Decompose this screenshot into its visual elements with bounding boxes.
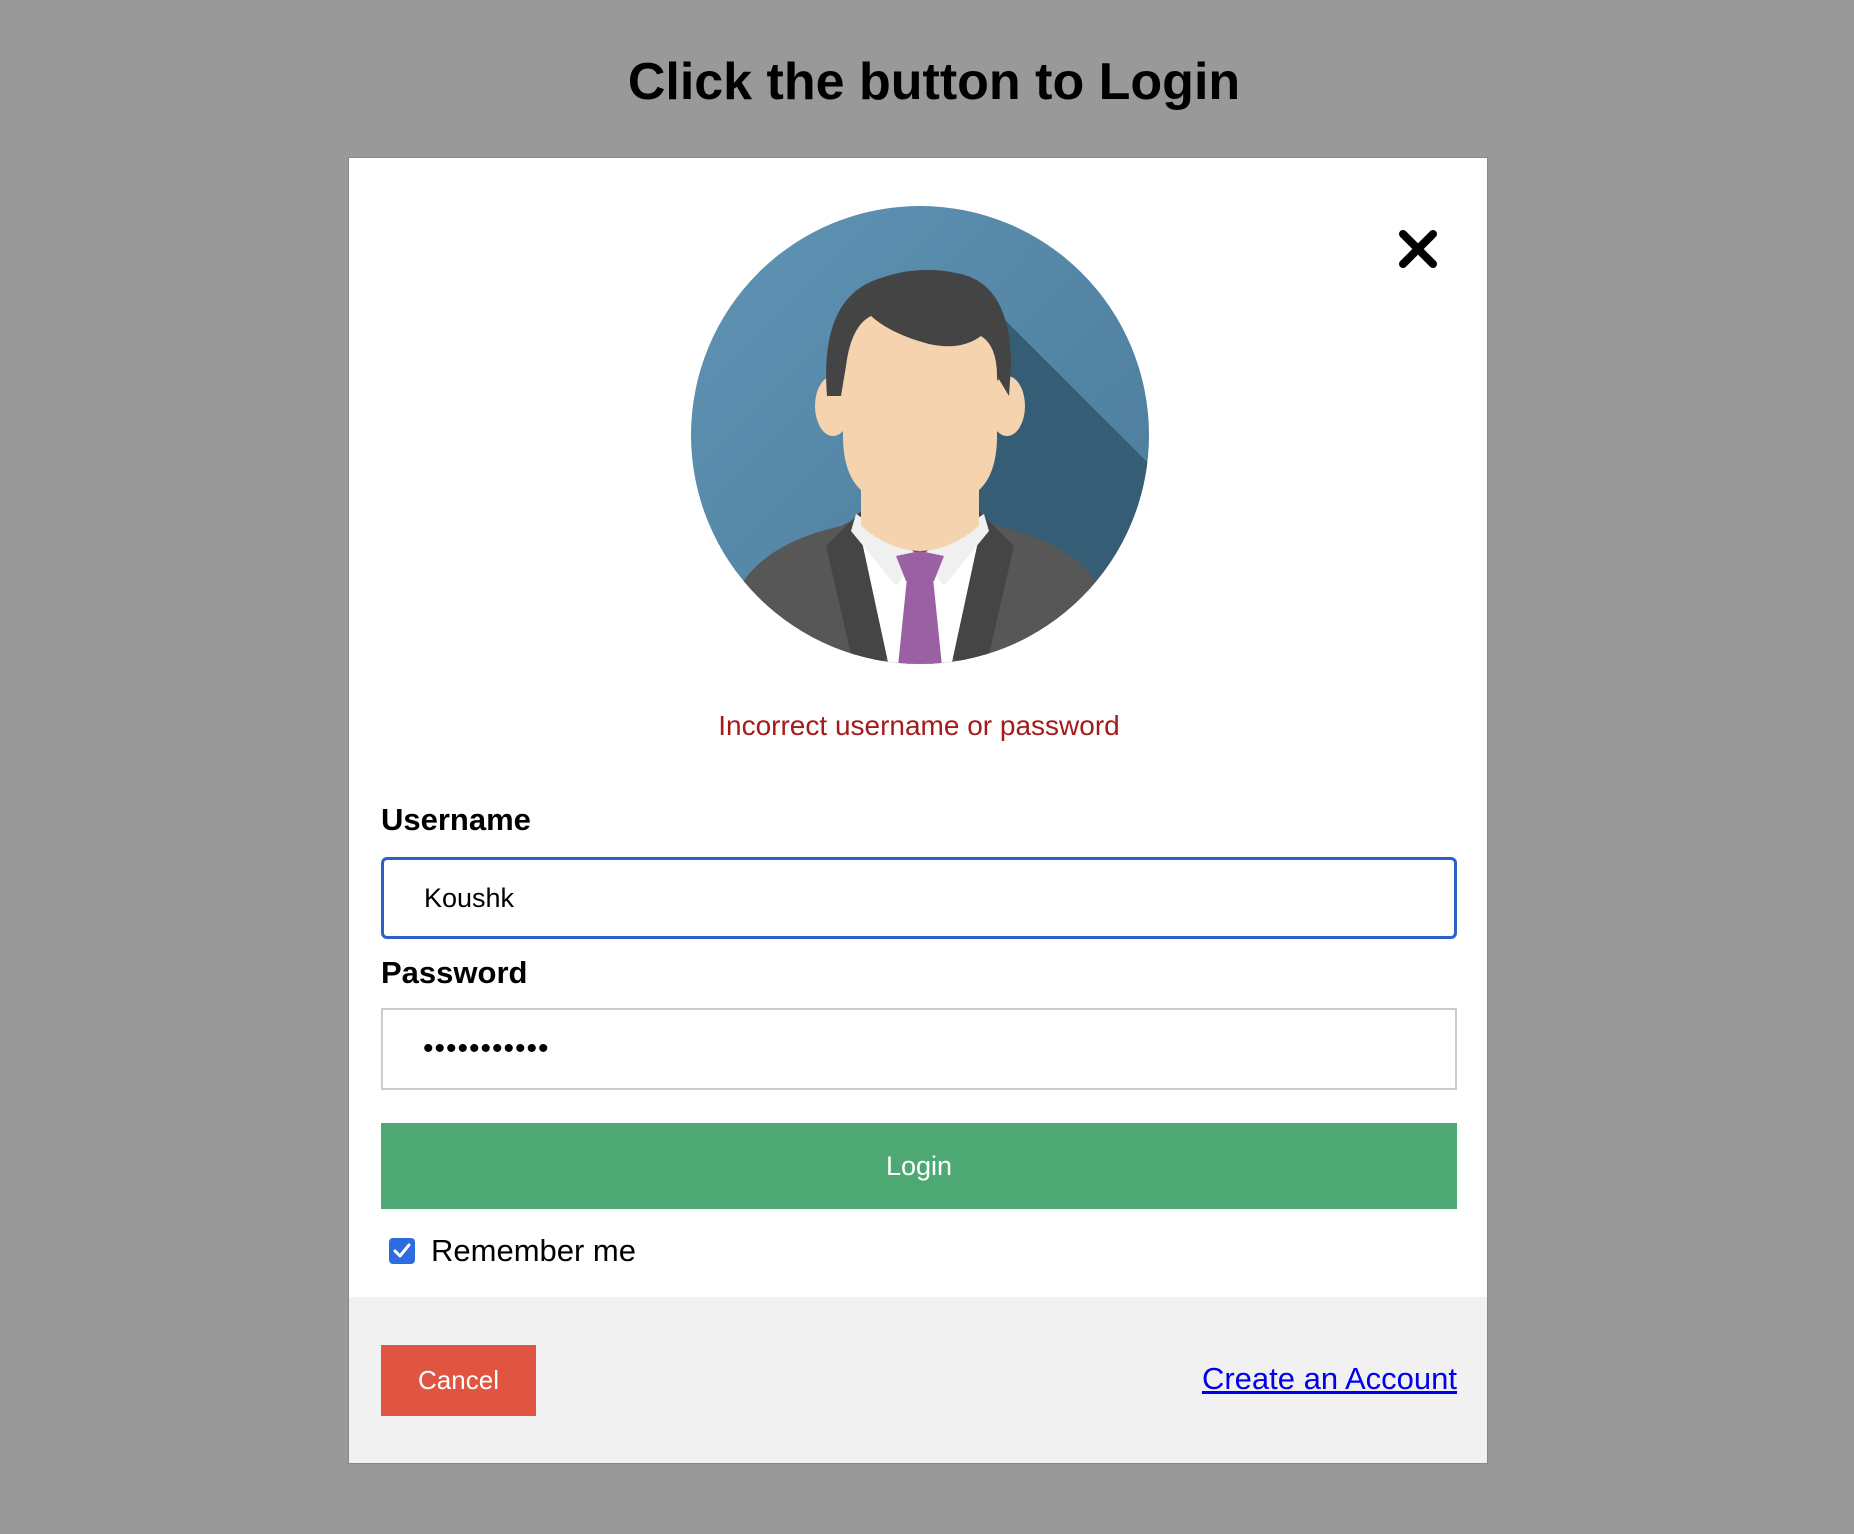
create-account-link[interactable]: Create an Account [1202,1359,1457,1399]
remember-me-checkbox[interactable] [389,1238,415,1264]
cancel-button[interactable]: Cancel [381,1345,536,1416]
close-icon [1399,230,1437,268]
password-label: Password [381,955,528,990]
error-message: Incorrect username or password [718,710,1120,741]
avatar [691,206,1149,664]
password-masked-value: ••••••••••• [423,1032,550,1065]
checkmark-icon [393,1243,411,1258]
password-input[interactable]: ••••••••••• [381,1008,1457,1090]
page-title: Click the button to Login [627,53,1241,111]
login-modal: Incorrect username or password Username … [348,157,1488,1464]
username-value: Koushk [424,882,515,913]
remember-me-row: Remember me [389,1230,636,1272]
login-button[interactable]: Login [381,1123,1457,1209]
remember-me-label: Remember me [431,1233,636,1268]
modal-footer: Cancel Create an Account [349,1297,1487,1463]
user-avatar-icon [691,206,1149,664]
username-label: Username [381,802,531,837]
close-button[interactable] [1397,228,1439,270]
username-input[interactable]: Koushk [381,857,1457,939]
